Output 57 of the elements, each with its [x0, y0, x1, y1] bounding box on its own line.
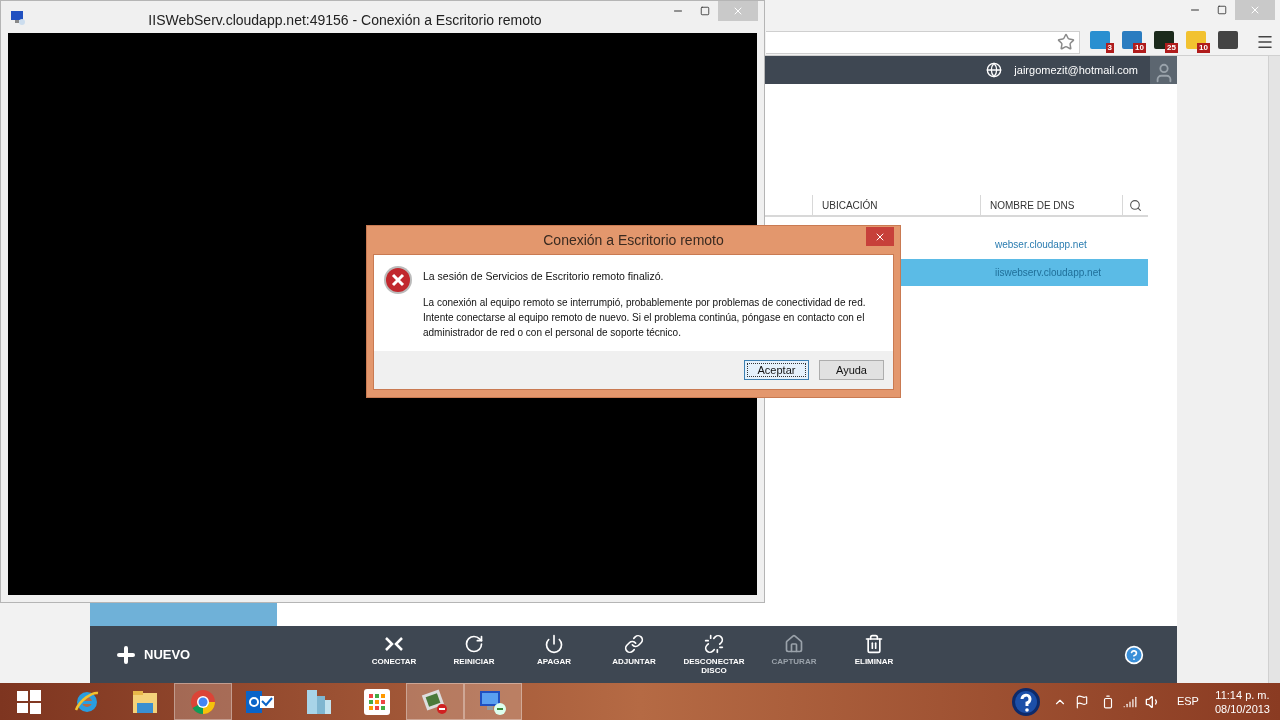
scrollbar[interactable]	[1268, 56, 1280, 683]
command-button[interactable]: ADJUNTAR	[594, 629, 674, 680]
command-button[interactable]: ELIMINAR	[834, 629, 914, 680]
search-icon[interactable]	[1129, 198, 1142, 212]
trash-icon	[864, 633, 884, 654]
clock[interactable]: 11:14 p. m. 08/10/2013	[1214, 687, 1270, 716]
bookmark-star-icon[interactable]	[1057, 33, 1075, 51]
help-icon[interactable]	[1010, 686, 1041, 717]
column-header[interactable]: UBICACIÓN	[822, 197, 878, 213]
globe-icon[interactable]	[986, 62, 1003, 78]
account-email[interactable]: jairgomezit@hotmail.com	[1014, 61, 1138, 79]
picture-frame-icon	[420, 687, 450, 716]
extension-badge: 3	[1105, 43, 1114, 53]
maximize-icon	[699, 6, 710, 16]
close-button[interactable]	[866, 227, 894, 246]
power-icon	[544, 633, 564, 654]
command-button[interactable]: APAGAR	[514, 629, 594, 680]
list-tile[interactable]	[90, 602, 277, 626]
error-heading: La sesión de Servicios de Escritorio remoto finalizó.	[423, 269, 665, 284]
chrome-icon	[189, 687, 217, 716]
windows-logo-icon	[17, 689, 41, 714]
signal-icon[interactable]	[1122, 694, 1137, 709]
command-button[interactable]: REINICIAR	[434, 629, 514, 680]
language-indicator[interactable]: ESP	[1176, 693, 1199, 710]
dns-cell-text: webser.cloudapp.net	[995, 238, 1087, 252]
dialog-button[interactable]: Aceptar	[744, 360, 809, 380]
restart-icon	[464, 633, 484, 654]
extension-badge: 10	[1133, 43, 1146, 53]
taskbar-button[interactable]	[464, 683, 522, 720]
column-header[interactable]: NOMBRE DE DNS	[990, 197, 1075, 213]
restore-icon	[1216, 5, 1227, 15]
command-button[interactable]: CONECTAR	[354, 629, 434, 680]
house-icon	[784, 633, 804, 654]
unlink-icon	[704, 633, 724, 654]
link-icon	[624, 633, 644, 654]
close-icon	[732, 5, 744, 17]
taskbar-button[interactable]	[406, 683, 464, 720]
new-button[interactable]: NUEVO	[114, 642, 204, 667]
extension-badge: 10	[1197, 43, 1210, 53]
extension-badge: 25	[1165, 43, 1178, 53]
address-field[interactable]	[766, 30, 1080, 54]
app-grid-icon	[364, 688, 390, 715]
folder-icon	[131, 688, 159, 715]
dialog-title: Conexión a Escritorio remoto	[543, 230, 724, 250]
command-button[interactable]: DESCONECTAR DISCO	[674, 629, 754, 680]
buildings-icon	[305, 687, 333, 716]
error-message: La conexión al equipo remoto se interrumpió, probablemente por problemas de conectividad de red. Intente conectarse al equipo remoto de nuevo. Si el problema continúa, póngase en contacto con el administrador de red o con el personal de soporte técnico.	[423, 295, 867, 340]
close-icon	[1249, 4, 1261, 16]
monitor-icon	[10, 10, 26, 26]
window-title: IISWebServ.cloudapp.net:49156 - Conexión a Escritorio remoto	[147, 11, 543, 30]
dialog-button[interactable]: Ayuda	[819, 360, 884, 380]
error-icon	[383, 265, 413, 295]
dns-cell-text: iiswebserv.cloudapp.net	[995, 266, 1101, 280]
mail-icon	[246, 688, 276, 715]
menu-icon[interactable]	[1256, 33, 1274, 51]
flag-icon[interactable]	[1074, 694, 1089, 709]
help-icon[interactable]	[1124, 644, 1144, 665]
